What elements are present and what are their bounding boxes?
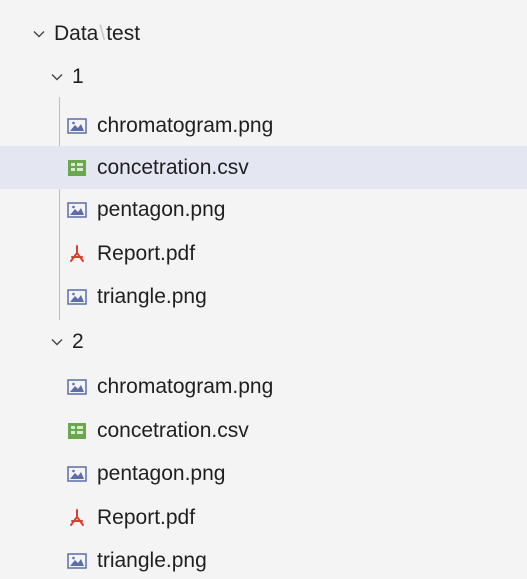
csv-icon <box>68 422 86 439</box>
chevron-down-icon[interactable] <box>32 27 46 41</box>
root-path-prefix: Data <box>54 21 99 45</box>
image-icon <box>67 465 87 482</box>
file-label: concetration.csv <box>97 155 249 179</box>
file-label: Report.pdf <box>97 505 196 529</box>
chevron-down-icon[interactable] <box>50 335 64 349</box>
file-label: Report.pdf <box>97 241 196 265</box>
image-icon <box>67 288 87 305</box>
folder-label: 2 <box>72 329 84 353</box>
image-icon <box>67 552 87 569</box>
file-label: chromatogram.png <box>97 113 274 137</box>
tree-file-concetration-csv[interactable]: concetration.csv <box>0 146 527 189</box>
file-label: pentagon.png <box>97 461 226 485</box>
pdf-icon <box>70 508 84 526</box>
file-label: triangle.png <box>97 548 207 572</box>
file-label: concetration.csv <box>97 418 249 442</box>
file-label: pentagon.png <box>97 197 226 221</box>
tree-file-triangle-png[interactable]: triangle.png <box>0 539 527 579</box>
tree-file-pentagon-png[interactable]: pentagon.png <box>0 452 527 495</box>
root-path-label: Data\test <box>54 22 140 46</box>
root-path-separator: \ <box>99 21 106 45</box>
tree-root-data-test[interactable]: Data\test <box>0 12 527 55</box>
tree-folder-2[interactable]: 2 <box>0 320 527 363</box>
file-label: triangle.png <box>97 284 207 308</box>
tree-folder-1[interactable]: 1 <box>0 55 527 98</box>
tree-file-concetration-csv[interactable]: concetration.csv <box>0 409 527 452</box>
tree-file-chromatogram-png[interactable]: chromatogram.png <box>0 365 527 408</box>
pdf-icon <box>70 244 84 262</box>
folder-label: 1 <box>72 64 84 88</box>
image-icon <box>67 378 87 395</box>
image-icon <box>67 201 87 218</box>
tree-file-report-pdf[interactable]: Report.pdf <box>0 496 527 539</box>
image-icon <box>67 117 87 134</box>
chevron-down-icon[interactable] <box>50 70 64 84</box>
tree-file-report-pdf[interactable]: Report.pdf <box>0 232 527 275</box>
file-label: chromatogram.png <box>97 374 274 398</box>
tree-file-chromatogram-png[interactable]: chromatogram.png <box>0 104 527 147</box>
csv-icon <box>68 159 86 176</box>
root-path-suffix: test <box>106 21 141 45</box>
file-explorer-tree: Data\test 1 chromatogram.png concetratio… <box>0 0 527 579</box>
tree-file-pentagon-png[interactable]: pentagon.png <box>0 188 527 231</box>
tree-file-triangle-png[interactable]: triangle.png <box>0 275 527 318</box>
